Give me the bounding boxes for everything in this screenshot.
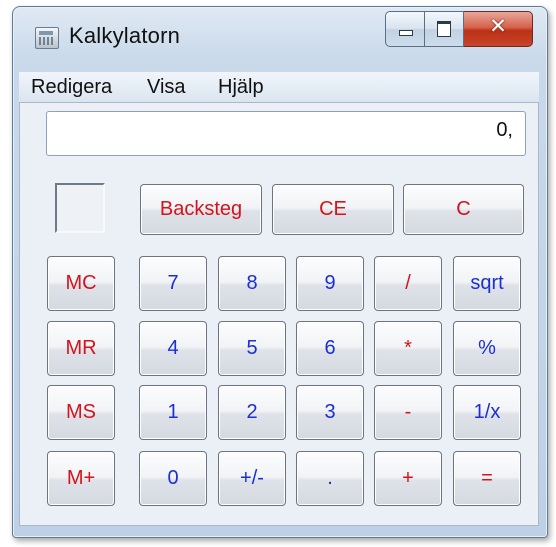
close-button[interactable]: ✕	[464, 11, 533, 47]
memory-recall-button[interactable]: MR	[47, 321, 115, 376]
equals-button[interactable]: =	[453, 451, 521, 506]
digit-6-button[interactable]: 6	[296, 321, 364, 376]
digit-0-button[interactable]: 0	[139, 451, 207, 506]
sign-toggle-button[interactable]: +/-	[218, 451, 286, 506]
menu-bar: Redigera Visa Hjälp	[19, 72, 539, 103]
display-value: 0,	[496, 119, 513, 141]
add-button[interactable]: +	[374, 451, 442, 506]
digit-9-button[interactable]: 9	[296, 256, 364, 311]
clear-button[interactable]: C	[403, 184, 524, 235]
reciprocal-button[interactable]: 1/x	[453, 385, 521, 440]
digit-5-button[interactable]: 5	[218, 321, 286, 376]
percent-button[interactable]: %	[453, 321, 521, 376]
subtract-button[interactable]: -	[374, 385, 442, 440]
digit-7-button[interactable]: 7	[139, 256, 207, 311]
result-display: 0,	[46, 111, 526, 156]
digit-2-button[interactable]: 2	[218, 385, 286, 440]
memory-store-button[interactable]: MS	[47, 385, 115, 440]
digit-3-button[interactable]: 3	[296, 385, 364, 440]
multiply-button[interactable]: *	[374, 321, 442, 376]
memory-add-button[interactable]: M+	[47, 451, 115, 506]
decimal-point-button[interactable]: .	[296, 451, 364, 506]
menu-visa[interactable]: Visa	[147, 76, 186, 99]
memory-indicator	[55, 183, 105, 233]
minimize-button[interactable]	[385, 11, 425, 47]
menu-redigera[interactable]: Redigera	[31, 76, 112, 99]
menu-hjalp[interactable]: Hjälp	[218, 76, 264, 99]
backspace-button[interactable]: Backsteg	[140, 184, 262, 235]
calculator-icon	[35, 27, 59, 49]
maximize-icon	[437, 21, 451, 37]
minimize-icon	[399, 30, 413, 36]
maximize-button[interactable]	[425, 11, 464, 47]
memory-clear-button[interactable]: MC	[47, 256, 115, 311]
window-controls: ✕	[385, 11, 533, 47]
title-bar[interactable]: Kalkylatorn ✕	[13, 7, 547, 61]
divide-button[interactable]: /	[374, 256, 442, 311]
close-icon: ✕	[489, 15, 507, 38]
sqrt-button[interactable]: sqrt	[453, 256, 521, 311]
digit-1-button[interactable]: 1	[139, 385, 207, 440]
clear-entry-button[interactable]: CE	[272, 184, 394, 235]
digit-8-button[interactable]: 8	[218, 256, 286, 311]
window-title: Kalkylatorn	[69, 23, 181, 48]
digit-4-button[interactable]: 4	[139, 321, 207, 376]
